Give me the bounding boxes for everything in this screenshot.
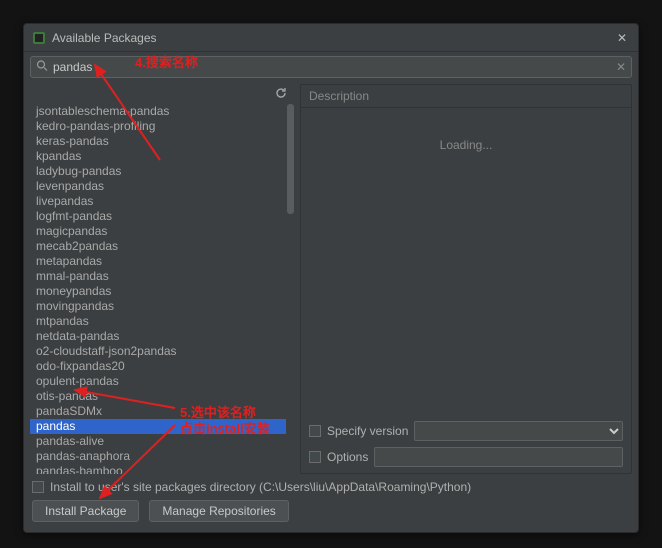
list-item[interactable]: netdata-pandas [30, 329, 286, 344]
button-row: Install Package Manage Repositories [32, 500, 630, 522]
list-item[interactable]: ladybug-pandas [30, 164, 286, 179]
search-input[interactable] [30, 56, 632, 78]
clear-search-icon[interactable]: ✕ [616, 60, 626, 74]
close-icon[interactable]: ✕ [614, 31, 630, 45]
list-item[interactable]: otis-pandas [30, 389, 286, 404]
list-item[interactable]: levenpandas [30, 179, 286, 194]
list-item[interactable]: metapandas [30, 254, 286, 269]
list-item[interactable]: moneypandas [30, 284, 286, 299]
list-item[interactable]: pandas-bamboo [30, 464, 286, 474]
list-item[interactable]: jsontableschema-pandas [30, 104, 286, 119]
list-item[interactable]: pandaSDMx [30, 404, 286, 419]
list-item[interactable]: keras-pandas [30, 134, 286, 149]
list-item[interactable]: mtpandas [30, 314, 286, 329]
list-item[interactable]: mmal-pandas [30, 269, 286, 284]
list-item[interactable]: o2-cloudstaff-json2pandas [30, 344, 286, 359]
list-item[interactable]: logfmt-pandas [30, 209, 286, 224]
scrollbar[interactable] [287, 104, 294, 474]
options-label: Options [327, 450, 368, 464]
reload-icon[interactable] [272, 84, 290, 102]
list-item[interactable]: livepandas [30, 194, 286, 209]
specify-version-row: Specify version [309, 421, 623, 441]
window-title: Available Packages [52, 31, 614, 45]
scrollbar-thumb[interactable] [287, 104, 294, 214]
version-select[interactable] [414, 421, 623, 441]
install-user-site-label: Install to user's site packages director… [50, 480, 471, 494]
loading-text: Loading... [440, 138, 493, 152]
list-item[interactable]: movingpandas [30, 299, 286, 314]
list-item[interactable]: pandas [30, 419, 286, 434]
list-item[interactable]: pandas-alive [30, 434, 286, 449]
specify-version-label: Specify version [327, 424, 408, 438]
list-item[interactable]: odo-fixpandas20 [30, 359, 286, 374]
app-icon [32, 31, 46, 45]
package-list-wrap: jsontableschema-pandaskedro-pandas-profi… [30, 104, 294, 474]
list-item[interactable]: opulent-pandas [30, 374, 286, 389]
list-item[interactable]: pandas-anaphora [30, 449, 286, 464]
options-field[interactable] [374, 447, 623, 467]
list-item[interactable]: kpandas [30, 149, 286, 164]
options-row: Options [309, 447, 623, 467]
package-list-panel: jsontableschema-pandaskedro-pandas-profi… [30, 84, 294, 474]
dialog-bottom: Install to user's site packages director… [24, 474, 638, 532]
description-panel: Description Loading... Specify version O… [300, 84, 632, 474]
reload-row [30, 84, 294, 104]
install-dir-row: Install to user's site packages director… [32, 480, 630, 494]
package-list[interactable]: jsontableschema-pandaskedro-pandas-profi… [30, 104, 286, 474]
search-icon [36, 60, 48, 75]
install-user-site-checkbox[interactable] [32, 481, 44, 493]
titlebar: Available Packages ✕ [24, 24, 638, 52]
description-body: Loading... [301, 108, 631, 415]
options-checkbox[interactable] [309, 451, 321, 463]
options-area: Specify version Options [301, 415, 631, 473]
list-item[interactable]: mecab2pandas [30, 239, 286, 254]
dialog-body: jsontableschema-pandaskedro-pandas-profi… [24, 80, 638, 474]
specify-version-checkbox[interactable] [309, 425, 321, 437]
list-item[interactable]: kedro-pandas-profiling [30, 119, 286, 134]
description-heading: Description [301, 85, 631, 108]
manage-repositories-button[interactable]: Manage Repositories [149, 500, 288, 522]
list-item[interactable]: magicpandas [30, 224, 286, 239]
search-row: ✕ [30, 56, 632, 78]
available-packages-window: Available Packages ✕ ✕ jsontableschema-p… [23, 23, 639, 533]
install-package-button[interactable]: Install Package [32, 500, 139, 522]
